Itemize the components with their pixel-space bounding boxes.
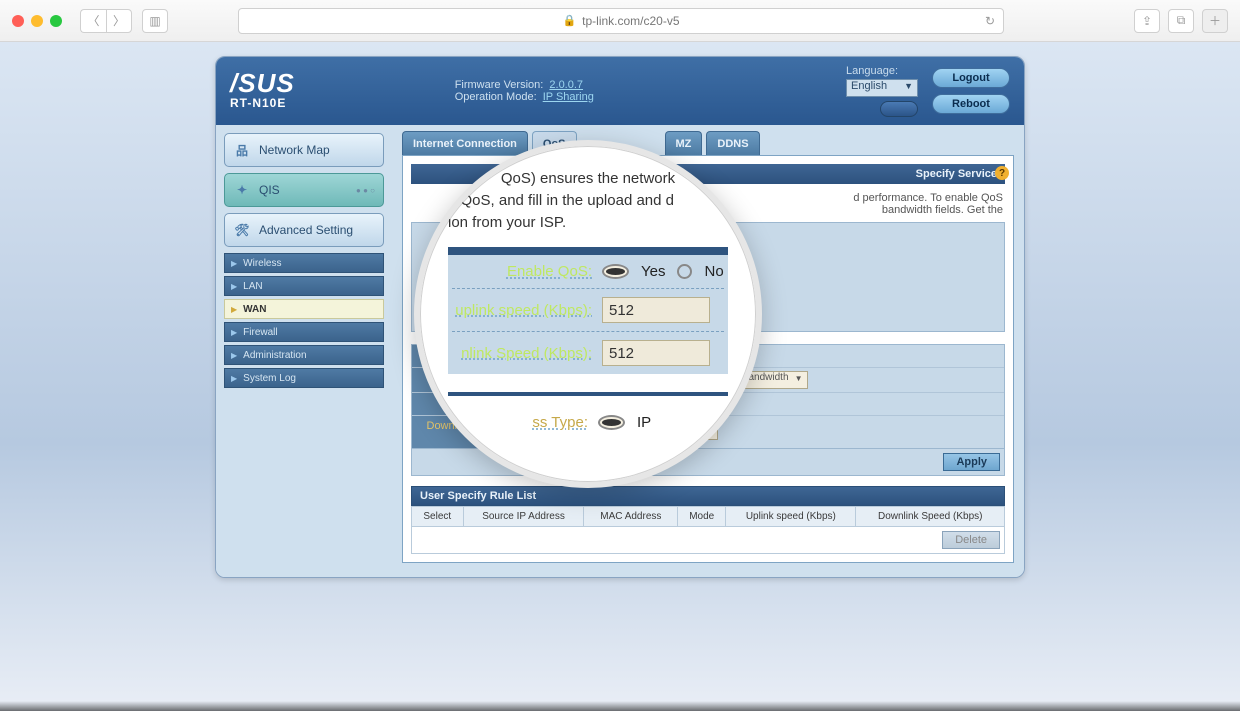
tab-ddns[interactable]: DDNS	[706, 131, 759, 155]
browser-chrome: 〈 〉 ▥ 🔒 tp-link.com/c20-v5 ↻ ⇪ ⧉ ＋	[0, 0, 1240, 42]
tools-icon: 🛠	[233, 223, 251, 237]
router-header: /SUS RT-N10E Firmware Version: 2.0.0.7 O…	[216, 57, 1024, 125]
opmode-label: Operation Mode:	[455, 91, 537, 103]
col-downlink: Downlink Speed (Kbps)	[856, 507, 1005, 527]
radio-no-label: No	[704, 263, 723, 280]
lock-icon: 🔒	[562, 14, 576, 27]
close-window-icon[interactable]	[12, 15, 24, 27]
sidebar-item-network-map[interactable]: 品 Network Map	[224, 133, 384, 167]
language-block: Language: English	[846, 65, 918, 117]
radio-yes-label: Yes	[641, 263, 665, 280]
dots-icon: ● ● ○	[356, 186, 375, 195]
sidebar-item-label: Advanced Setting	[259, 223, 353, 237]
new-tab-button[interactable]: ＋	[1202, 9, 1228, 33]
mag-downlink-input[interactable]: 512	[602, 340, 710, 366]
language-go-button[interactable]	[880, 101, 918, 117]
fw-label: Firmware Version:	[455, 79, 544, 91]
reload-icon[interactable]: ↻	[985, 14, 995, 28]
mag-uplink-label: uplink speed (Kbps):	[452, 302, 602, 319]
wand-icon: ✦	[233, 183, 251, 197]
sidebar-item-label: System Log	[243, 373, 296, 384]
language-select[interactable]: English	[846, 79, 918, 97]
brand-logo: /SUS RT-N10E	[230, 72, 295, 109]
url-bar[interactable]: 🔒 tp-link.com/c20-v5 ↻	[238, 8, 1004, 34]
sidebar-item-label: WAN	[243, 304, 266, 315]
radio-ip[interactable]	[598, 415, 625, 430]
sidebar-item-label: Wireless	[243, 258, 281, 269]
fw-value[interactable]: 2.0.0.7	[549, 79, 583, 91]
col-uplink: Uplink speed (Kbps)	[726, 507, 856, 527]
help-icon[interactable]: ?	[995, 166, 1009, 180]
back-button[interactable]: 〈	[80, 9, 106, 33]
network-map-icon: 品	[233, 142, 251, 159]
sidebar-sub-lan[interactable]: ▶ LAN	[224, 276, 384, 296]
share-icon[interactable]: ⇪	[1134, 9, 1160, 33]
forward-button[interactable]: 〉	[106, 9, 132, 33]
rule-table: Select Source IP Address MAC Address Mod…	[411, 506, 1005, 527]
sidebar-item-qis[interactable]: ✦ QIS ● ● ○	[224, 173, 384, 207]
sidebar-sub-syslog[interactable]: ▶ System Log	[224, 368, 384, 388]
sidebar-item-label: Administration	[243, 350, 306, 361]
sidebar-item-label: Firewall	[243, 327, 277, 338]
url-text: tp-link.com/c20-v5	[582, 14, 679, 28]
mag-description: QoS) ensures the network e QoS, and fill…	[448, 168, 728, 233]
triangle-icon: ▶	[231, 305, 237, 314]
nav-buttons: 〈 〉	[80, 9, 132, 33]
maximize-window-icon[interactable]	[50, 15, 62, 27]
page-background: /SUS RT-N10E Firmware Version: 2.0.0.7 O…	[0, 42, 1240, 711]
sidebar-toggle-icon[interactable]: ▥	[142, 9, 168, 33]
sidebar-item-label: QIS	[259, 183, 280, 197]
radio-yes[interactable]	[602, 264, 629, 279]
sidebar-item-label: Network Map	[259, 143, 330, 157]
col-source-ip: Source IP Address	[463, 507, 584, 527]
magnifier-overlay: QoS) ensures the network e QoS, and fill…	[414, 140, 762, 488]
tab-bar: Internet Connection QoS MZ DDNS	[402, 131, 1014, 155]
model-text: RT-N10E	[230, 96, 295, 110]
sidebar-sub-firewall[interactable]: ▶ Firewall	[224, 322, 384, 342]
mag-addr-type-label: ss Type:	[448, 414, 598, 431]
window-controls	[12, 15, 62, 27]
tab-internet-connection[interactable]: Internet Connection	[402, 131, 528, 155]
mag-enable-label: Enable QoS:	[452, 263, 602, 280]
triangle-icon: ▶	[231, 259, 237, 268]
sidebar: 品 Network Map ✦ QIS ● ● ○ 🛠 Advanced Set…	[216, 125, 392, 577]
rule-list-header: User Specify Rule List	[411, 486, 1005, 506]
col-mode: Mode	[678, 507, 726, 527]
tab-dmz[interactable]: MZ	[665, 131, 703, 155]
bottom-shadow	[0, 701, 1240, 711]
reboot-button[interactable]: Reboot	[932, 94, 1010, 114]
col-mac: MAC Address	[584, 507, 678, 527]
sidebar-sub-wireless[interactable]: ▶ Wireless	[224, 253, 384, 273]
radio-ip-label: IP	[637, 414, 651, 431]
delete-button[interactable]: Delete	[942, 531, 1000, 549]
sidebar-item-label: LAN	[243, 281, 262, 292]
sidebar-item-advanced[interactable]: 🛠 Advanced Setting	[224, 213, 384, 247]
tabs-icon[interactable]: ⧉	[1168, 9, 1194, 33]
apply-button[interactable]: Apply	[943, 453, 1000, 471]
language-label: Language:	[846, 65, 918, 77]
radio-no[interactable]	[677, 264, 692, 279]
triangle-icon: ▶	[231, 328, 237, 337]
brand-text: /SUS	[230, 72, 295, 95]
triangle-icon: ▶	[231, 282, 237, 291]
col-select: Select	[412, 507, 464, 527]
mag-downlink-label: nlink Speed (Kbps):	[452, 345, 602, 362]
sidebar-sub-wan[interactable]: ▶ WAN	[224, 299, 384, 319]
logout-button[interactable]: Logout	[932, 68, 1010, 88]
mag-uplink-input[interactable]: 512	[602, 297, 710, 323]
sidebar-sub-admin[interactable]: ▶ Administration	[224, 345, 384, 365]
minimize-window-icon[interactable]	[31, 15, 43, 27]
header-info: Firmware Version: 2.0.0.7 Operation Mode…	[455, 79, 594, 103]
delete-row: Delete	[411, 527, 1005, 554]
section-bar-label: Specify Service	[916, 168, 997, 180]
triangle-icon: ▶	[231, 374, 237, 383]
mag-section-bar	[448, 247, 728, 255]
triangle-icon: ▶	[231, 351, 237, 360]
opmode-value[interactable]: IP Sharing	[543, 91, 594, 103]
